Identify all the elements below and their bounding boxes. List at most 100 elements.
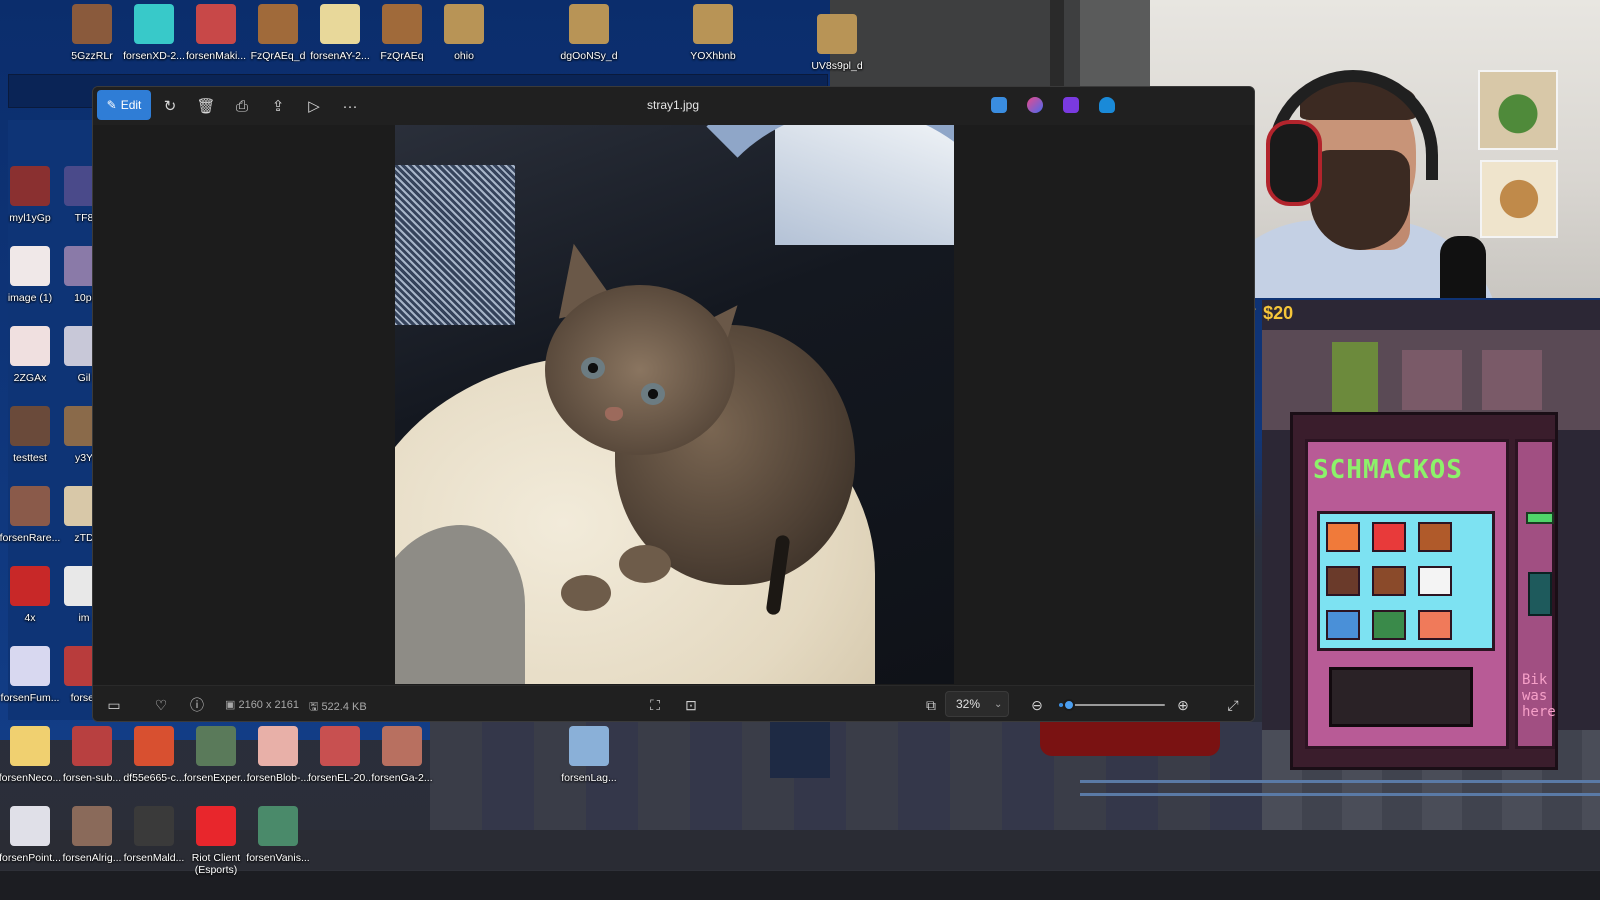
clipchamp-app-icon[interactable] (1063, 97, 1079, 113)
zoom-slider[interactable] (1059, 698, 1165, 712)
text-scan-icon[interactable]: ⊡ (681, 695, 701, 715)
vending-row (1326, 522, 1486, 554)
desktop-icon-thumbnail (258, 726, 298, 766)
designer-app-icon[interactable] (991, 97, 1007, 113)
desktop-icon[interactable]: forsenLag... (557, 726, 621, 784)
desktop-icon-label: forsenAlrig... (62, 852, 122, 864)
copilot-app-icon[interactable] (1027, 97, 1043, 113)
photo-mesh (395, 165, 515, 325)
rotate-button[interactable]: ↻ (155, 92, 185, 120)
zoom-in-icon[interactable]: ⊕ (1173, 695, 1193, 715)
desktop-icon[interactable]: forsenNeco... (0, 726, 62, 784)
background-pole (1050, 0, 1064, 90)
desktop-icon-label: forsenNeco... (0, 772, 62, 784)
filmstrip-icon[interactable]: ▭ (104, 695, 124, 715)
print-button[interactable]: ⎙ (227, 92, 257, 120)
fullscreen-icon[interactable]: ⤢ (1223, 695, 1243, 715)
desktop-icon[interactable]: forsenEL-20... (308, 726, 372, 784)
vending-dispenser (1329, 667, 1473, 727)
desktop-icon[interactable]: UV8s9pl_d (805, 14, 869, 72)
desktop-icon[interactable]: forsen-sub... (60, 726, 124, 784)
desktop-icon[interactable]: ohio (432, 4, 496, 62)
zoom-slider-thumb[interactable] (1063, 699, 1076, 711)
desktop-icon[interactable]: dgOoNSy_d (557, 4, 621, 62)
visual-search-icon[interactable]: ⛶ (645, 695, 665, 715)
desktop-icon-label: forsen-sub... (62, 772, 122, 784)
file-title: stray1.jpg (646, 98, 700, 112)
desktop-icon-thumbnail (72, 806, 112, 846)
game-street (430, 722, 1600, 830)
favorite-heart-icon[interactable]: ♡ (151, 695, 171, 715)
desktop-icon[interactable]: forsenExper... (184, 726, 248, 784)
game-wall-tile (1402, 350, 1462, 410)
desktop-icon[interactable]: FzQrAEq_d (246, 4, 310, 62)
vending-side-panel: Bik was here (1515, 439, 1556, 749)
desktop-icon[interactable]: Riot Client (Esports) (184, 806, 248, 876)
desktop-icon[interactable]: forsenPoint... (0, 806, 62, 864)
file-size-group: 🖫 522.4 KB (309, 698, 367, 717)
kitten-eye (641, 383, 665, 405)
kitten-head (545, 285, 735, 455)
desktop-icon[interactable]: df55e665-c... (122, 726, 186, 784)
desktop-icon[interactable]: forsenMaki... (184, 4, 248, 62)
desktop-icon-thumbnail (10, 566, 50, 606)
desktop-icon[interactable]: forsenMald... (122, 806, 186, 864)
vending-machine: SCHMACKOS Bik was here (1290, 412, 1558, 770)
photo-leg (395, 525, 525, 684)
image-size-icon: ▣ (225, 699, 239, 711)
kitten-nose (605, 407, 623, 421)
edit-button-label: Edit (120, 98, 142, 112)
snack-item (1372, 566, 1406, 596)
desktop-icon-thumbnail (382, 4, 422, 44)
background-wall (1080, 0, 1150, 90)
play-icon: ▷ (308, 98, 320, 115)
desktop-icon-thumbnail (10, 406, 50, 446)
desktop-icon-thumbnail (72, 726, 112, 766)
image-dimensions: 2160 x 2161 (238, 699, 300, 711)
desktop-icon-label: FzQrAEq (380, 50, 424, 62)
cookie-item (1418, 522, 1452, 552)
desktop-icon-label: forsenLag... (561, 772, 617, 784)
kitten-photo[interactable] (395, 125, 954, 684)
desktop-icon[interactable]: forsenAY-2... (308, 4, 372, 62)
desktop-icon-thumbnail (320, 726, 360, 766)
desktop-icon[interactable]: forsenXD-2... (122, 4, 186, 62)
edit-button[interactable]: ✎ Edit (97, 90, 151, 120)
desktop-icon-thumbnail (10, 486, 50, 526)
desktop-icon-label: forsenXD-2... (123, 50, 185, 62)
desktop-icon[interactable]: forsenVanis... (246, 806, 310, 864)
desktop-icon[interactable]: forsenGa-2... (370, 726, 434, 784)
desktop-icon-thumbnail (258, 806, 298, 846)
screenshot-fit-icon[interactable]: ⧉ (921, 695, 941, 715)
desktop-icon[interactable]: YOXhbnb (681, 4, 745, 62)
desktop-icon-thumbnail (196, 4, 236, 44)
vending-scribble: Bik was here (1522, 672, 1556, 720)
more-options-button[interactable]: ··· (335, 92, 365, 120)
desktop-icon[interactable]: 5GzzRLr (60, 4, 124, 62)
desktop-icon[interactable]: forsenAlrig... (60, 806, 124, 864)
desktop-icon-thumbnail (817, 14, 857, 54)
delete-button[interactable]: 🗑 (191, 92, 221, 120)
slideshow-button[interactable]: ▷ (299, 92, 329, 120)
share-button[interactable]: ⇪ (263, 92, 293, 120)
desktop-icon-thumbnail (196, 726, 236, 766)
desktop-icon-label: ohio (454, 50, 474, 62)
info-icon[interactable]: ⓘ (187, 695, 207, 715)
snack-item (1372, 610, 1406, 640)
desktop-icon[interactable]: FzQrAEq (370, 4, 434, 62)
desktop-icon-thumbnail (10, 646, 50, 686)
desktop-icon[interactable]: forsenBlob-... (246, 726, 310, 784)
heart-snack-item (1372, 522, 1406, 552)
photos-status-bar: ▭ ♡ ⓘ ▣ 2160 x 2161 🖫 522.4 KB ⛶ ⊡ ⧉ 32%… (93, 685, 1254, 721)
dog-poster (1480, 160, 1558, 238)
zoom-out-icon[interactable]: ⊖ (1027, 695, 1047, 715)
edit-icon: ✎ (106, 98, 117, 112)
zoom-dropdown[interactable]: 32% ⌄ (945, 691, 1009, 717)
photo-canvas (93, 125, 1254, 685)
onedrive-icon[interactable] (1099, 97, 1115, 113)
desktop-icon-thumbnail (569, 726, 609, 766)
desktop-icon-thumbnail (10, 326, 50, 366)
zoom-value: 32% (956, 697, 981, 711)
headset-earcup (1266, 120, 1322, 206)
printer-icon: ⎙ (235, 97, 248, 115)
